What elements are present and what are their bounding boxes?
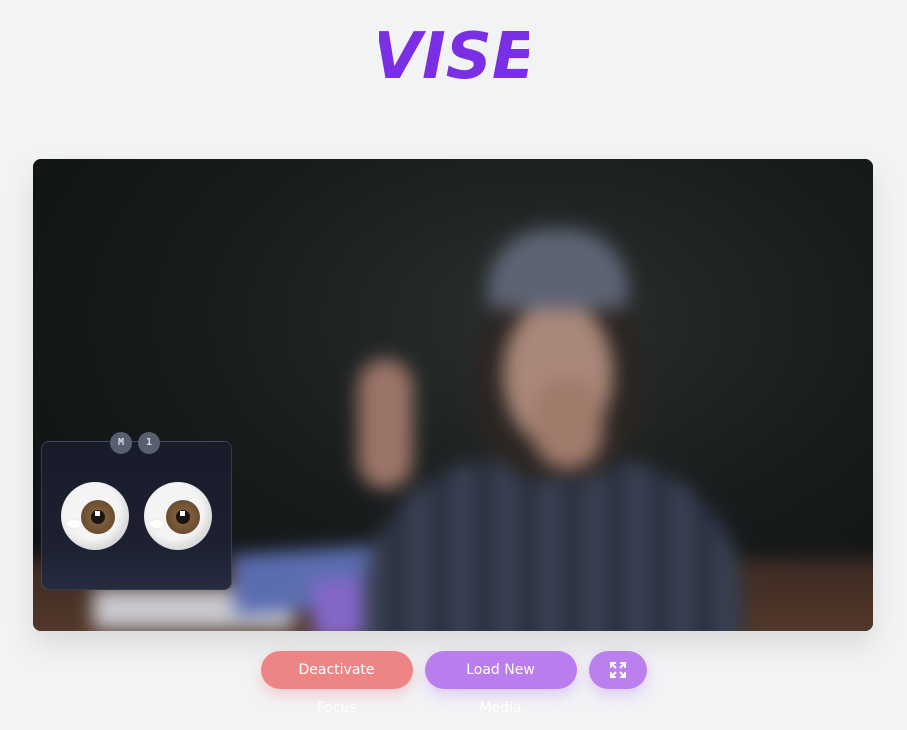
right-eye-icon [144, 482, 212, 550]
left-eye-icon [61, 482, 129, 550]
eye-tracker-panel[interactable]: M 1 [41, 432, 232, 590]
brand-logo: VISE [0, 10, 907, 104]
mode-chip[interactable]: M [110, 432, 132, 454]
deactivate-focus-button[interactable]: Deactivate Focus [260, 651, 413, 716]
media-viewer[interactable]: M 1 [33, 159, 873, 631]
load-new-media-button[interactable]: Load New Media [424, 651, 577, 716]
control-bar: Deactivate Focus Load New Media [0, 651, 907, 716]
expand-icon [609, 662, 626, 678]
fullscreen-button[interactable] [588, 651, 647, 689]
logo-text: VISE [379, 20, 529, 94]
vise-logo: VISE [379, 20, 529, 94]
count-chip[interactable]: 1 [138, 432, 160, 454]
